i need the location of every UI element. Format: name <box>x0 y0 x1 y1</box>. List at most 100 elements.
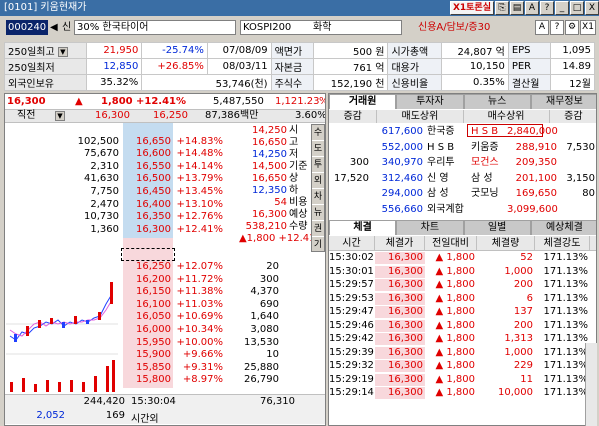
daily-label: 시 <box>289 125 299 136</box>
tick-volume: 10,000 <box>498 387 533 398</box>
volume: 5,487,550 <box>213 96 264 107</box>
tab-broker[interactable]: 거래원 <box>329 94 397 109</box>
daily-value: 16,650 <box>252 173 287 184</box>
column-header: 체결강도 <box>535 236 590 250</box>
tab-investor[interactable]: 투자자 <box>396 94 464 109</box>
tick-volume: 1,000 <box>504 265 533 277</box>
broker-buy-qty: 288,910 <box>515 141 557 153</box>
column-header: 체결량 <box>477 236 535 250</box>
tick-strength: 171.13% <box>543 265 589 277</box>
orderbook-footer: 244,420 15:30:04 76,310 2,052 169 시간외 <box>5 394 325 425</box>
tick-volume: 200 <box>513 319 533 331</box>
chevron-down-icon[interactable]: ▼ <box>55 111 65 121</box>
maximize-button[interactable]: □ <box>570 1 584 15</box>
scrollbar[interactable] <box>585 343 597 426</box>
tick-change: ▲ 1,800 <box>435 292 476 304</box>
side-tab[interactable]: 외 <box>312 173 324 189</box>
credit-icon[interactable]: 신 <box>62 20 71 35</box>
cell: 0.35% <box>441 74 509 91</box>
price-chart <box>6 264 118 392</box>
cell: 07/08/09 <box>206 42 272 59</box>
cell-label: 결산월 <box>507 74 552 91</box>
x1-button[interactable]: X1 <box>580 20 596 35</box>
help-icon[interactable]: ? <box>550 20 564 35</box>
bid-price: 15,900 <box>136 349 171 361</box>
daily-label: 저 <box>289 149 299 160</box>
tick-volume: 11 <box>520 373 533 385</box>
tab-expected[interactable]: 예상체결 <box>530 220 596 235</box>
tick-time: 15:29:46 <box>329 319 374 331</box>
broker-buy-name: 모건스 <box>471 157 499 168</box>
side-tab[interactable]: 수 <box>312 125 324 141</box>
table-row: 외국인보유 35.32% 53,746(천) 주식수 152,190 천 신용비… <box>4 74 595 91</box>
speaker-icon[interactable]: ◀ <box>50 20 58 35</box>
tab-news[interactable]: 뉴스 <box>463 94 531 109</box>
summary-table: 250일최고 ▼ 21,950 -25.74% 07/08/09 액면가 500… <box>4 42 595 91</box>
tick-strength: 171.13% <box>543 346 589 358</box>
toolbar: 000240 ◀ 신 30% 한국타이어 KOSPI200 화학 신용A/담보/증… <box>0 17 599 39</box>
side-tab[interactable]: 차 <box>312 189 324 205</box>
header-value: 87,386백만 <box>205 110 259 121</box>
tab-chart[interactable]: 차트 <box>396 220 464 235</box>
stock-name-field[interactable]: 30% 한국타이어 <box>74 20 236 35</box>
broker-sell-qty: 552,000 <box>381 141 423 153</box>
tab-financial[interactable]: 재무정보 <box>530 94 596 109</box>
bid-price: 15,800 <box>136 374 171 386</box>
broker-buy-qty: 169,650 <box>515 188 557 199</box>
broker-sell-qty: 340,970 <box>381 157 423 168</box>
broker-sell-qty: 312,460 <box>381 172 423 184</box>
daily-value: 538,210 <box>245 221 287 232</box>
tab-daily[interactable]: 일별 <box>463 220 531 235</box>
side-tab[interactable]: 투 <box>312 157 324 173</box>
minimize-button[interactable]: _ <box>555 1 569 15</box>
broker-change: 7,530 <box>566 141 595 153</box>
credit-info: 신용A/담보/증30 <box>418 22 491 33</box>
link-icon[interactable]: ⎘ <box>495 1 509 15</box>
close-button[interactable]: X <box>585 1 599 15</box>
daily-label: 하 <box>289 185 299 196</box>
bid-rate: +10.34% <box>176 324 223 335</box>
footer-time: 15:30:04 <box>131 396 176 407</box>
broker-buy-qty: 201,100 <box>515 172 557 184</box>
broker-buy-name: 삼 성 <box>471 172 493 184</box>
settings-icon[interactable]: ⚙ <box>565 20 579 35</box>
tick-row: 15:29:57 16,300 ▲ 1,800 200 171.13% <box>329 279 596 291</box>
font-size-button[interactable]: A <box>535 20 549 35</box>
broker-row: 294,000 삼 성 굿모닝 169,650 80 <box>329 187 596 200</box>
tick-price: 16,300 <box>375 319 425 332</box>
font-button[interactable]: A <box>525 1 539 15</box>
side-tab[interactable]: 기 <box>312 237 324 253</box>
tick-change: ▲ 1,800 <box>435 387 476 398</box>
tick-strength: 171.13% <box>543 319 589 331</box>
cell: 35.32% <box>85 74 143 91</box>
tick-strength: 171.13% <box>543 292 589 304</box>
broker-sell-name: 신 영 <box>427 172 449 184</box>
chevron-down-icon[interactable]: ▼ <box>57 47 68 57</box>
toron-button[interactable]: X1토론실 <box>449 1 494 15</box>
tick-change: ▲ 1,800 <box>435 265 476 277</box>
after-hours-label: 시간외 <box>131 414 159 425</box>
broker-sell-name: H S B <box>427 141 455 153</box>
daily-row: 54 비용 <box>5 197 325 209</box>
daily-label: 상 <box>289 173 299 184</box>
print-icon[interactable]: ▤ <box>510 1 524 15</box>
tick-time: 15:30:01 <box>329 265 374 277</box>
stock-code-input[interactable]: 000240 <box>6 20 48 35</box>
tick-row: 15:29:53 16,300 ▲ 1,800 6 171.13% <box>329 292 596 305</box>
cell-label: 대용가 <box>387 58 443 75</box>
help-button[interactable]: ? <box>540 1 554 15</box>
side-tab[interactable]: 권 <box>312 221 324 237</box>
tab-ticks[interactable]: 체결 <box>329 220 397 235</box>
daily-row: 538,210 수량 <box>5 221 325 233</box>
cell-label[interactable]: 250일최고 ▼ <box>4 42 87 59</box>
tick-price: 16,300 <box>375 360 425 372</box>
daily-value: 14,500 <box>252 161 287 172</box>
daily-row: 16,300 예상 <box>5 209 325 221</box>
tick-strength: 171.13% <box>543 306 589 317</box>
bid-rate: +9.31% <box>182 361 223 373</box>
side-tab[interactable]: 뉴 <box>312 205 324 221</box>
cell: 21,950 <box>85 42 143 59</box>
side-tab[interactable]: 도 <box>312 141 324 157</box>
cell: 12,850 <box>85 58 143 75</box>
tick-volume: 52 <box>520 252 533 263</box>
